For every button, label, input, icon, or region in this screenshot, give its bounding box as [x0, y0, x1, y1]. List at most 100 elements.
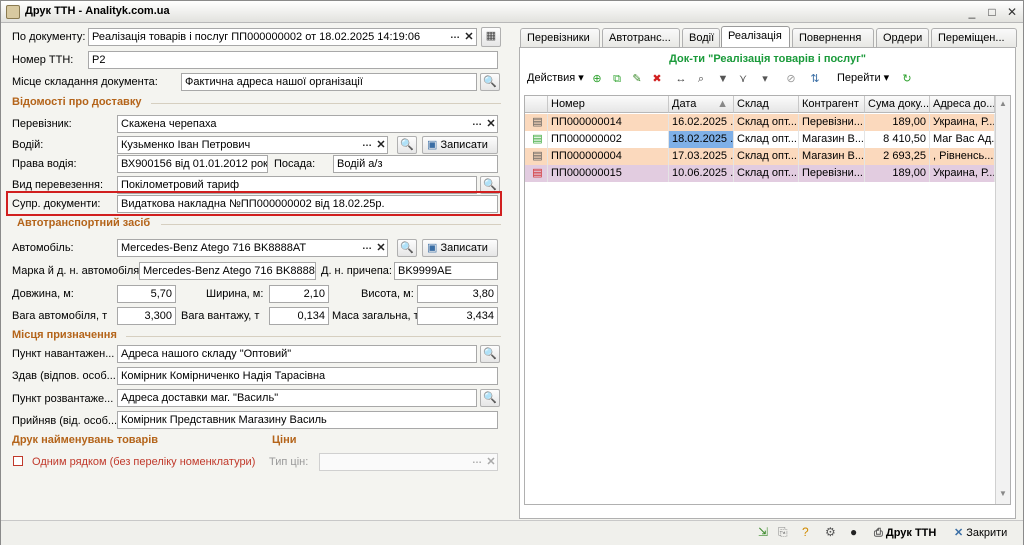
clear-button[interactable]: ✕	[485, 454, 497, 470]
shyryna-field[interactable]: 2,10	[269, 285, 329, 303]
tab-perevoznyky[interactable]: Перевізники	[520, 28, 600, 47]
one-row-label: Одним рядком (без переліку номенклатури)	[32, 456, 256, 468]
tab-povernennya[interactable]: Повернення	[792, 28, 874, 47]
supr-field[interactable]: Видаткова накладна №ПП000000002 від 18.0…	[117, 195, 498, 213]
doc-deleted-icon: ▤	[525, 165, 548, 182]
table-row[interactable]: ▤ ПП000000004 17.03.2025 ... Склад опт..…	[525, 148, 995, 165]
select-button[interactable]: …	[448, 29, 462, 45]
prychip-field[interactable]: BK9999AE	[394, 262, 498, 280]
tab-ordery[interactable]: Ордери	[876, 28, 929, 47]
range-icon[interactable]: ↔	[673, 71, 689, 87]
po-dokumentu-field[interactable]: Реалізація товарів і послуг ПП000000002 …	[88, 28, 477, 46]
vysota-field[interactable]: 3,80	[417, 285, 498, 303]
vysota-label: Висота, м:	[361, 288, 414, 300]
filter-value-icon[interactable]: ⋎	[735, 71, 751, 87]
vaga-auto-label: Вага автомобіля, т	[12, 310, 108, 322]
date-header-label: Дата	[672, 98, 697, 110]
masa-field[interactable]: 3,434	[417, 307, 498, 325]
auto-field[interactable]: Mercedes-Benz Atego 716 BK8888AT	[117, 239, 388, 257]
select-button[interactable]: …	[360, 137, 374, 153]
help-icon[interactable]: ?	[802, 525, 818, 541]
tab-vodii[interactable]: Водії	[682, 28, 720, 47]
print-ttn-button[interactable]: ⎙ Друк ТТН	[874, 524, 936, 543]
add-icon[interactable]: ⊕	[589, 71, 605, 87]
tab-realizaciya[interactable]: Реалізація	[721, 26, 790, 48]
minimize-button[interactable]: _	[964, 4, 980, 20]
export-icon[interactable]: ⇲	[758, 525, 774, 541]
table-row[interactable]: ▤ ПП000000014 16.02.2025 ... Склад опт..…	[525, 114, 995, 131]
tab-avtotrans[interactable]: Автотранс...	[602, 28, 680, 47]
calendar-icon[interactable]: ▦	[481, 27, 501, 47]
search-icon[interactable]: 🔍	[397, 239, 417, 257]
select-button[interactable]: …	[360, 240, 374, 256]
scroll-down-icon[interactable]: ▼	[996, 486, 1010, 502]
save-vehicle-button[interactable]: ▣ Записати	[422, 239, 498, 257]
goto-menu[interactable]: Перейти ▾	[837, 70, 889, 86]
clear-button[interactable]: ✕	[463, 29, 475, 45]
clear-button[interactable]: ✕	[375, 240, 387, 256]
misce-field[interactable]: Фактична адреса нашої організації	[181, 73, 477, 91]
filter-list-icon[interactable]: ▾	[757, 71, 773, 87]
clear-button[interactable]: ✕	[485, 116, 497, 132]
panel-title: Док-ти "Реалізація товарів і послуг"	[669, 53, 866, 65]
cell-kontragent: Магазин В...	[799, 148, 865, 165]
search-icon[interactable]: 🔍	[480, 389, 500, 407]
search-icon[interactable]: 🔍	[480, 345, 500, 363]
prava-field[interactable]: ВХ900156 від 01.01.2012 року	[117, 155, 268, 173]
vertical-scrollbar[interactable]: ▲ ▼	[995, 96, 1010, 504]
punkt-nav-field[interactable]: Адреса нашого складу "Оптовий"	[117, 345, 477, 363]
posada-field[interactable]: Водій а/з	[333, 155, 498, 173]
masa-label: Маса загальна, т:	[332, 310, 422, 322]
info-icon[interactable]: ●	[850, 525, 866, 541]
punkt-roz-field[interactable]: Адреса доставки маг. "Василь"	[117, 389, 477, 407]
sort-icon[interactable]: ⇅	[807, 71, 823, 87]
filter-clear-icon[interactable]: ⊘	[783, 71, 799, 87]
dovzhyna-field[interactable]: 5,70	[117, 285, 176, 303]
posada-label: Посада:	[274, 158, 316, 170]
cell-date: 10.06.2025 ...	[669, 165, 734, 182]
search-icon[interactable]: 🔍	[480, 73, 500, 91]
scroll-up-icon[interactable]: ▲	[996, 96, 1010, 112]
history-icon[interactable]: ⎘	[778, 525, 794, 541]
prychip-label: Д. н. причепа:	[321, 265, 392, 277]
column-header-sklad[interactable]: Склад	[734, 96, 799, 113]
nomer-ttn-label: Номер ТТН:	[12, 54, 74, 66]
prava-label: Права водія:	[12, 158, 77, 170]
clear-button[interactable]: ✕	[375, 137, 387, 153]
zdav-field[interactable]: Комірник Комірниченко Надія Тарасівна	[117, 367, 498, 385]
vodiy-field[interactable]: Кузьменко Іван Петрович	[117, 136, 388, 154]
dovzhyna-label: Довжина, м:	[12, 288, 74, 300]
table-row[interactable]: ▤ ПП000000002 18.02.2025 ... Склад опт..…	[525, 131, 995, 148]
vaga-auto-field[interactable]: 3,300	[117, 307, 176, 325]
select-button[interactable]: …	[470, 454, 484, 470]
refresh-icon[interactable]: ↻	[899, 71, 915, 87]
marka-field[interactable]: Mercedes-Benz Atego 716 BK8888AT	[139, 262, 316, 280]
close-button[interactable]: ✕	[1004, 4, 1020, 20]
one-row-checkbox[interactable]	[13, 456, 23, 466]
filter-icon[interactable]: ▼	[715, 71, 731, 87]
perevoznyk-field[interactable]: Скажена черепаха	[117, 115, 498, 133]
pryinyav-field[interactable]: Комірник Представник Магазину Василь	[117, 411, 498, 429]
nomer-ttn-field[interactable]: Р2	[88, 51, 498, 69]
close-form-button[interactable]: ✕ Закрити	[954, 524, 1007, 543]
delete-icon[interactable]: ✖	[649, 71, 665, 87]
copy-icon[interactable]: ⧉	[609, 71, 625, 87]
column-header-adresa[interactable]: Адреса до...	[930, 96, 995, 113]
search-icon[interactable]: 🔍	[397, 136, 417, 154]
tab-peremishchennya[interactable]: Переміщен...	[931, 28, 1017, 47]
actions-menu[interactable]: Действия ▾	[527, 70, 584, 86]
edit-icon[interactable]: ✎	[629, 71, 645, 87]
column-header-kontragent[interactable]: Контрагент	[799, 96, 865, 113]
cell-kontragent: Перевізни...	[799, 114, 865, 131]
find-icon[interactable]: ⌕	[693, 71, 709, 87]
misce-label: Місце складання документа:	[12, 76, 158, 88]
save-driver-button[interactable]: ▣ Записати	[422, 136, 498, 154]
column-header-date[interactable]: Дата ▲	[669, 96, 734, 113]
maximize-button[interactable]: □	[984, 4, 1000, 20]
settings-icon[interactable]: ⚙	[825, 525, 841, 541]
vaga-vantazhu-field[interactable]: 0,134	[269, 307, 329, 325]
column-header-number[interactable]: Номер	[548, 96, 669, 113]
select-button[interactable]: …	[470, 116, 484, 132]
table-row[interactable]: ▤ ПП000000015 10.06.2025 ... Склад опт..…	[525, 165, 995, 182]
column-header-suma[interactable]: Сума доку...	[865, 96, 930, 113]
